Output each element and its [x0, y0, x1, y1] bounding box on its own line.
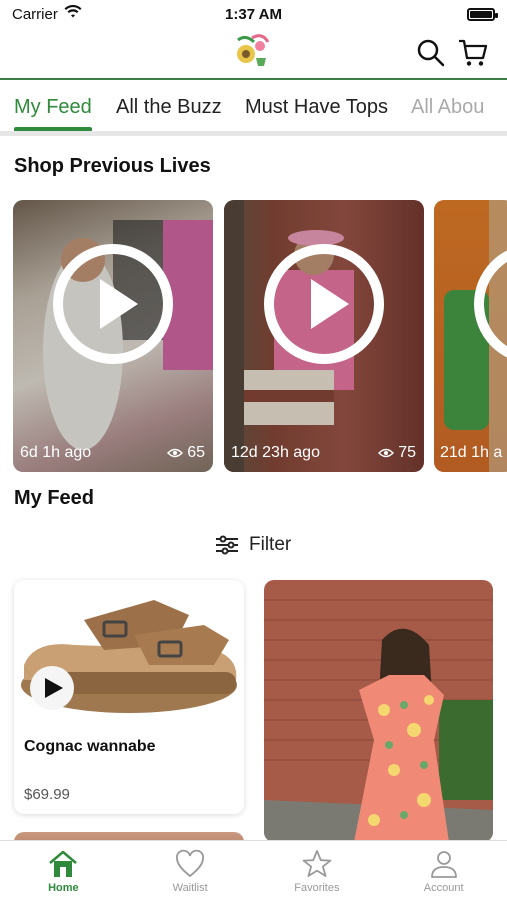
status-time: 1:37 AM	[225, 5, 282, 23]
product-card[interactable]: Cognac wannabe $69.99	[14, 580, 244, 814]
tab-waitlist-label: Waitlist	[172, 882, 208, 894]
video-age: 12d 23h ago	[231, 444, 320, 461]
battery-icon	[467, 7, 498, 21]
section-title-previous-lives: Shop Previous Lives	[14, 155, 211, 177]
live-video-card[interactable]: 6d 1h ago 65	[13, 200, 213, 472]
heart-icon	[176, 849, 205, 878]
app-header	[0, 28, 507, 78]
star-icon	[302, 850, 332, 877]
tab-active-indicator	[14, 127, 92, 131]
video-meta: 21d 1h a	[440, 444, 502, 462]
video-views: 65	[167, 444, 205, 462]
tab-home-label: Home	[48, 882, 79, 894]
home-icon	[49, 850, 78, 877]
tab-account[interactable]: Account	[380, 841, 507, 900]
video-meta: 6d 1h ago 65	[20, 444, 205, 462]
eye-icon	[167, 448, 184, 458]
tab-favorites-label: Favorites	[294, 882, 340, 894]
carrier-group: Carrier	[12, 4, 82, 23]
section-title-my-feed: My Feed	[14, 487, 95, 509]
play-icon[interactable]	[53, 244, 173, 364]
tab-home[interactable]: Home	[0, 841, 127, 900]
video-view-count: 65	[187, 444, 205, 461]
product-name: Cognac wannabe	[24, 738, 156, 755]
live-video-card[interactable]: 12d 23h ago 75	[224, 200, 424, 472]
live-video-card[interactable]: 21d 1h a	[434, 200, 507, 472]
tab-my-feed[interactable]: My Feed	[14, 96, 92, 119]
product-image	[21, 600, 237, 713]
cart-icon[interactable]	[457, 38, 488, 68]
video-age: 6d 1h ago	[20, 444, 92, 461]
status-bar: Carrier 1:37 AM	[0, 0, 507, 28]
product-photo-card[interactable]	[264, 580, 493, 842]
brand-logo[interactable]	[232, 32, 276, 72]
search-icon[interactable]	[416, 38, 446, 68]
filter-icon	[216, 535, 238, 555]
tab-waitlist[interactable]: Waitlist	[127, 841, 254, 900]
tab-must-have-tops[interactable]: Must Have Tops	[245, 96, 388, 119]
wifi-icon	[64, 4, 82, 23]
eye-icon	[378, 448, 395, 458]
tab-all-the-buzz[interactable]: All the Buzz	[116, 96, 222, 119]
filter-button[interactable]: Filter	[215, 534, 291, 556]
tab-all-about[interactable]: All Abou	[411, 96, 484, 119]
video-views: 75	[378, 444, 416, 462]
play-icon[interactable]	[264, 244, 384, 364]
filter-label: Filter	[249, 534, 292, 555]
play-icon[interactable]	[474, 244, 507, 364]
account-icon	[430, 851, 457, 878]
tab-favorites[interactable]: Favorites	[254, 841, 381, 900]
product-image	[264, 580, 493, 842]
video-meta: 12d 23h ago 75	[231, 444, 416, 462]
category-tabs: My Feed All the Buzz Must Have Tops All …	[0, 80, 507, 136]
product-price: $69.99	[24, 786, 70, 803]
tab-account-label: Account	[423, 882, 464, 894]
video-age: 21d 1h a	[440, 444, 503, 461]
bottom-tab-bar: Home Waitlist Favorites Account	[0, 840, 507, 900]
video-view-count: 75	[398, 444, 416, 461]
carrier-label: Carrier	[12, 5, 58, 23]
